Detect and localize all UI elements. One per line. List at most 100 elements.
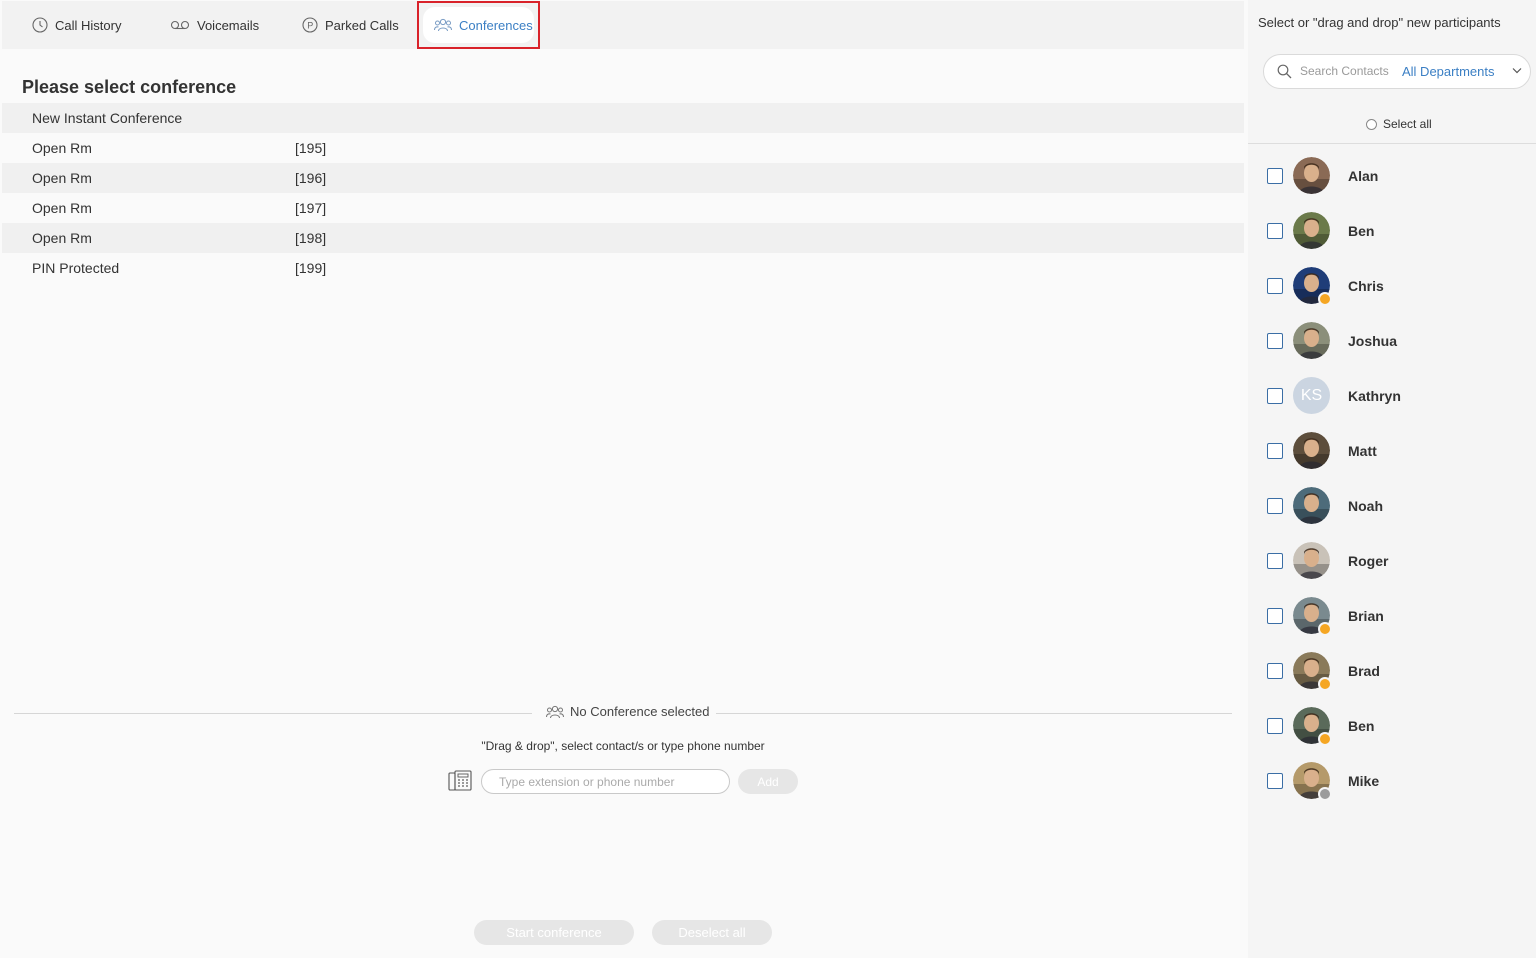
contact-item[interactable]: KS Kathryn [1248, 368, 1536, 423]
department-select[interactable]: All Departments [1402, 64, 1494, 79]
contact-checkbox[interactable] [1267, 277, 1283, 294]
drag-drop-hint: "Drag & drop", select contact/s or type … [481, 739, 765, 753]
avatar-photo [1293, 157, 1330, 194]
tab-conferences[interactable]: Conferences [417, 1, 540, 49]
contact-name: Noah [1348, 497, 1383, 514]
avatar [1293, 487, 1330, 524]
conference-number: [196] [295, 170, 327, 186]
avatar [1293, 267, 1332, 306]
avatar [1293, 707, 1332, 746]
contact-name: Roger [1348, 552, 1389, 569]
contact-name: Mike [1348, 772, 1380, 789]
deselect-all-button[interactable]: Deselect all [652, 920, 772, 945]
contact-checkbox[interactable] [1267, 222, 1283, 239]
conference-name: PIN Protected [32, 260, 120, 276]
select-all-radio[interactable] [1366, 118, 1377, 130]
contact-item[interactable]: Chris [1248, 258, 1536, 313]
contact-item[interactable]: Mike [1248, 753, 1536, 808]
contact-item[interactable]: Noah [1248, 478, 1536, 533]
conference-row[interactable]: Open Rm [195] [2, 133, 1244, 163]
tab-parked-calls[interactable]: P Parked Calls [302, 1, 399, 49]
contact-item[interactable]: Brian [1248, 588, 1536, 643]
search-contacts-input[interactable] [1300, 64, 1396, 78]
contact-item[interactable]: Ben [1248, 203, 1536, 258]
group-icon [434, 18, 452, 32]
contact-name: Matt [1348, 442, 1377, 459]
conference-row[interactable]: Open Rm [198] [2, 223, 1244, 253]
contact-checkbox[interactable] [1267, 497, 1283, 514]
svg-text:P: P [307, 21, 313, 31]
conference-row[interactable]: New Instant Conference [2, 103, 1244, 133]
avatar-photo [1293, 487, 1330, 524]
contact-item[interactable]: Joshua [1248, 313, 1536, 368]
search-icon [1277, 64, 1292, 79]
contact-item[interactable]: Roger [1248, 533, 1536, 588]
start-conference-button[interactable]: Start conference [474, 920, 634, 945]
contact-item[interactable]: Ben [1248, 698, 1536, 753]
contact-checkbox[interactable] [1267, 607, 1283, 624]
contact-name: Joshua [1348, 332, 1398, 349]
tab-label: Parked Calls [325, 17, 399, 33]
avatar [1293, 432, 1330, 469]
avatar-photo [1293, 322, 1330, 359]
conference-name: Open Rm [32, 140, 92, 156]
avatar [1293, 157, 1330, 194]
avatar [1293, 597, 1332, 636]
avatar-initials: KS [1293, 377, 1330, 414]
conference-number: [199] [295, 260, 327, 276]
contact-checkbox[interactable] [1267, 387, 1283, 404]
away-status-icon [1318, 732, 1332, 746]
contact-item[interactable]: Brad [1248, 643, 1536, 698]
divider [1248, 143, 1536, 144]
contact-checkbox[interactable] [1267, 167, 1283, 184]
conference-number: [197] [295, 200, 327, 216]
chevron-down-icon[interactable] [1512, 67, 1522, 74]
contact-name: Brad [1348, 662, 1380, 679]
contact-checkbox[interactable] [1267, 442, 1283, 459]
main-panel: Call History Voicemails P Parked Calls C… [0, 0, 1246, 958]
page-title: Please select conference [22, 77, 237, 97]
dialpad-icon[interactable] [448, 770, 472, 792]
contact-search-box: All Departments [1263, 54, 1531, 89]
avatar [1293, 542, 1330, 579]
contact-list: Alan Ben Chris Joshua KS Kathryn Matt Noah Roger… [1248, 148, 1536, 808]
tab-call-history[interactable]: Call History [32, 1, 121, 49]
contact-item[interactable]: Matt [1248, 423, 1536, 478]
conference-row[interactable]: PIN Protected [199] [2, 253, 1244, 283]
contact-item[interactable]: Alan [1248, 148, 1536, 203]
away-status-icon [1318, 622, 1332, 636]
conference-number: [198] [295, 230, 327, 246]
select-all-label: Select all [1383, 117, 1432, 131]
divider [14, 713, 532, 714]
tab-voicemails[interactable]: Voicemails [170, 1, 259, 49]
avatar: KS [1293, 377, 1330, 414]
conference-list: New Instant Conference Open Rm [195] Ope… [2, 103, 1244, 283]
no-conference-text: No Conference selected [570, 704, 710, 719]
parking-icon: P [302, 17, 318, 33]
conference-name: Open Rm [32, 230, 92, 246]
avatar [1293, 212, 1330, 249]
contact-name: Ben [1348, 717, 1375, 734]
contact-name: Alan [1348, 167, 1379, 184]
clock-icon [32, 17, 48, 33]
avatar [1293, 652, 1332, 691]
add-button[interactable]: Add [738, 769, 798, 794]
contact-checkbox[interactable] [1267, 662, 1283, 679]
contact-checkbox[interactable] [1267, 772, 1283, 789]
tab-label: Voicemails [197, 17, 260, 33]
contact-checkbox[interactable] [1267, 552, 1283, 569]
conference-row[interactable]: Open Rm [196] [2, 163, 1244, 193]
contact-name: Ben [1348, 222, 1375, 239]
contact-name: Brian [1348, 607, 1384, 624]
contact-checkbox[interactable] [1267, 332, 1283, 349]
participants-panel: Select or "drag and drop" new participan… [1248, 0, 1536, 958]
contact-name: Chris [1348, 277, 1384, 294]
phone-number-input[interactable] [481, 769, 730, 794]
select-all-option[interactable]: Select all [1366, 117, 1432, 131]
no-conference-label: No Conference selected [546, 704, 710, 719]
contact-checkbox[interactable] [1267, 717, 1283, 734]
avatar-photo [1293, 542, 1330, 579]
participants-title: Select or "drag and drop" new participan… [1258, 15, 1501, 30]
tab-label: Conferences [459, 17, 533, 33]
conference-row[interactable]: Open Rm [197] [2, 193, 1244, 223]
